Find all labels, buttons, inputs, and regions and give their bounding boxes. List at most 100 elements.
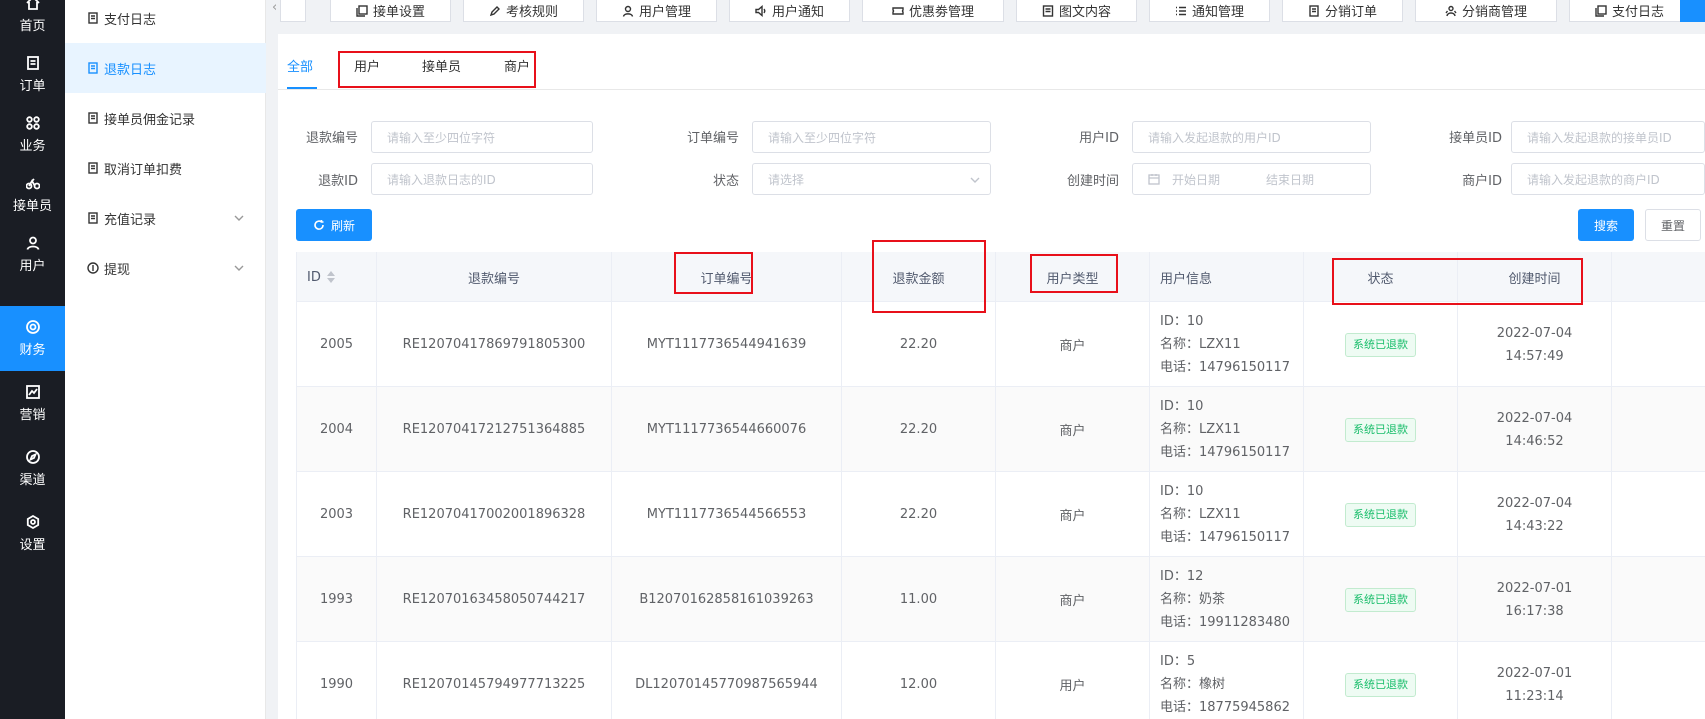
submenu-item-payment-log[interactable]: 支付日志 [65,0,266,43]
submenu-item-withdraw[interactable]: 提现 [65,243,266,293]
refresh-icon [313,219,325,231]
top-tab[interactable]: 通知管理 [1149,0,1270,22]
refund-no-input[interactable]: 请输入至少四位字符 [371,121,593,153]
order-no-input[interactable]: 请输入至少四位字符 [752,121,991,153]
coin-icon [87,262,99,274]
table-row: 1993 RE12070163458050744217 B12070162858… [297,557,1705,642]
submenu-item-recharge[interactable]: 充值记录 [65,193,266,243]
top-tab-bar: ‹ 接单设置 考核规则 用户管理 用户通知 优惠劵管理 图文内容 通知管理 分销… [266,0,1705,24]
cell-actions [1612,557,1705,642]
table-row: 2003 RE12070417002001896328 MYT111773654… [297,472,1705,557]
nav-item-label: 用户 [19,258,46,274]
created-date-range[interactable]: 开始日期 结束日期 [1132,163,1371,195]
user-id-input[interactable]: 请输入发起退款的用户ID [1132,121,1371,153]
top-tab[interactable]: 用户管理 [596,0,717,22]
finance-icon [25,319,40,334]
cell-refund-no: RE12070417869791805300 [377,302,612,387]
nav-item-label: 接单员 [12,198,52,214]
top-tab[interactable]: 分销订单 [1282,0,1403,22]
edit-icon [489,5,501,17]
status-select[interactable]: 请选择 [752,163,991,195]
top-tab[interactable]: 接单设置 [330,0,451,22]
reset-button[interactable]: 重置 [1645,209,1701,241]
chevron-down-icon[interactable] [234,262,244,272]
cell-id: 2004 [297,387,377,472]
top-tab[interactable]: 分销商管理 [1415,0,1557,22]
submenu-item-label: 提现 [104,262,131,278]
annotation-box-order-no [674,252,753,294]
courier-id-label: 接单员ID [1449,131,1502,146]
end-date-input[interactable]: 结束日期 [1266,171,1314,188]
team-icon [1445,5,1457,17]
status-badge: 系统已退款 [1345,332,1416,357]
cell-id: 2003 [297,472,377,557]
tab-all[interactable]: 全部 [287,56,313,75]
cell-id: 1990 [297,642,377,719]
nav-item-home[interactable]: 首页 [0,0,65,47]
nav-item-label: 设置 [19,537,46,553]
chevron-down-icon[interactable] [234,212,244,222]
top-tab[interactable]: 用户通知 [729,0,850,22]
cell-actions [1612,472,1705,557]
annotation-box-amount [872,240,986,313]
ticket-icon [892,5,904,17]
cell-amount: 22.20 [842,472,996,557]
cell-status: 系统已退款 [1304,642,1458,719]
cell-order-no: MYT1117736544660076 [612,387,842,472]
main-nav: 首页 订单 业务 接单员 用户 财务 营销 渠道 设置 [0,0,65,719]
nav-item-channels[interactable]: 渠道 [0,436,65,501]
nav-item-orders[interactable]: 订单 [0,42,65,107]
cell-id: 1993 [297,557,377,642]
nav-item-settings[interactable]: 设置 [0,501,65,566]
cell-created: 2022-07-04 14:43:22 [1458,472,1612,557]
column-header-user-info: 用户信息 [1150,252,1304,302]
top-tab-partial[interactable] [280,0,306,22]
top-tab[interactable]: 优惠劵管理 [862,0,1004,22]
cell-order-no: MYT1117736544566553 [612,472,842,557]
chart-icon [25,384,40,399]
annotation-box-status-created [1332,258,1583,305]
refund-id-input[interactable]: 请输入退款日志的ID [371,163,593,195]
bike-icon [25,176,40,190]
cell-user-info: ID：10 名称：LZX11 电话：14796150117 [1150,472,1304,557]
speaker-icon [755,4,767,17]
column-header-refund-no: 退款编号 [377,252,612,302]
nav-item-users[interactable]: 用户 [0,222,65,287]
cell-status: 系统已退款 [1304,557,1458,642]
annotation-box-user-type [1030,254,1118,293]
refresh-button[interactable]: 刷新 [296,209,372,241]
top-tab[interactable]: 支付日志 [1569,0,1690,22]
sort-icon[interactable] [326,271,335,283]
search-button[interactable]: 搜索 [1578,209,1634,241]
submenu-item-refund-log[interactable]: 退款日志 [65,43,266,93]
nav-item-business[interactable]: 业务 [0,102,65,167]
nav-item-couriers[interactable]: 接单员 [0,162,65,227]
table-row: 2004 RE12070417212751364885 MYT111773654… [297,387,1705,472]
nav-item-label: 订单 [19,78,46,94]
merchant-id-label: 商户ID [1462,174,1502,189]
merchant-id-input[interactable]: 请输入发起退款的商户ID [1511,163,1705,195]
table-row: 1990 RE12070145794977713225 DL1207014577… [297,642,1705,719]
column-header-id[interactable]: ID [297,252,377,302]
cell-refund-no: RE12070163458050744217 [377,557,612,642]
cell-actions [1612,642,1705,719]
nav-item-marketing[interactable]: 营销 [0,371,65,436]
cell-id: 2005 [297,302,377,387]
cell-status: 系统已退款 [1304,302,1458,387]
status-badge: 系统已退款 [1345,587,1416,612]
courier-id-input[interactable]: 请输入发起退款的接单员ID [1511,121,1705,153]
submenu-item-courier-commission[interactable]: 接单员佣金记录 [65,93,266,143]
cell-user-type: 商户 [996,302,1150,387]
top-tab-active-partial[interactable] [1680,0,1705,22]
status-badge: 系统已退款 [1345,417,1416,442]
top-tab[interactable]: 考核规则 [463,0,584,22]
cell-created: 2022-07-01 11:23:14 [1458,642,1612,719]
nav-item-finance[interactable]: 财务 [0,306,65,371]
status-badge: 系统已退款 [1345,502,1416,527]
start-date-input[interactable]: 开始日期 [1172,171,1266,188]
cell-created: 2022-07-01 16:17:38 [1458,557,1612,642]
top-tab[interactable]: 图文内容 [1016,0,1137,22]
user-icon [622,5,634,17]
document-icon [87,212,99,224]
submenu-item-cancel-fee[interactable]: 取消订单扣费 [65,143,266,193]
